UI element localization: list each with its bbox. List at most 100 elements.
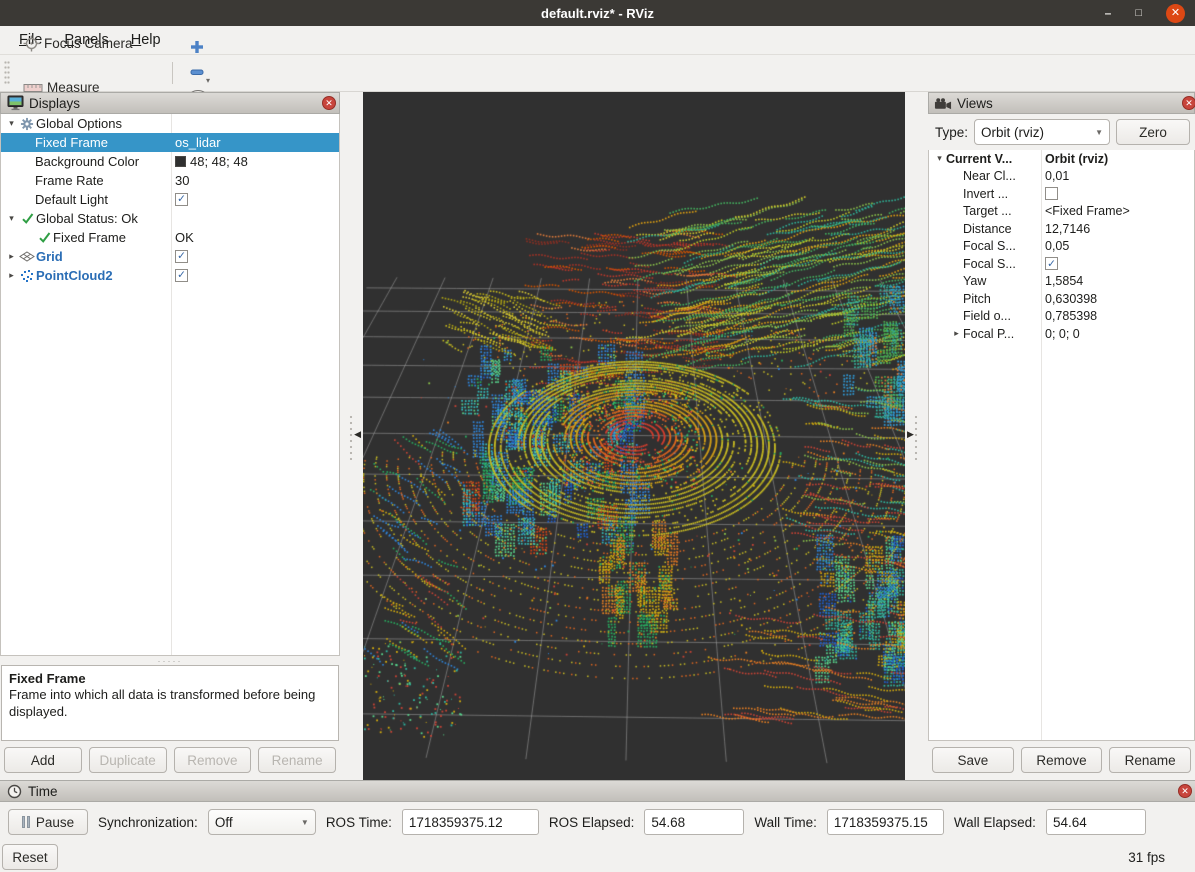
minimize-button[interactable]: – [1105, 7, 1112, 19]
close-window-button[interactable]: ✕ [1166, 4, 1185, 23]
property-label: Focal P... [963, 327, 1014, 341]
minus-icon [189, 64, 205, 85]
time-controls: Pause Synchronization: Off ▼ ROS Time:17… [0, 802, 1195, 842]
property-value[interactable]: 48; 48; 48 [175, 154, 248, 169]
checked-checkbox[interactable]: ✓ [175, 250, 188, 263]
displays-row-frame-rate[interactable]: Frame Rate 30 [1, 171, 339, 190]
value-text: 1,5854 [1045, 274, 1083, 288]
displays-row-global-options[interactable]: ▾ Global Options [1, 114, 339, 133]
property-label: Current V... [946, 152, 1012, 166]
collapse-left-icon[interactable]: ◀ [354, 429, 361, 440]
property-value[interactable]: 0,05 [1045, 239, 1069, 253]
displays-close-icon[interactable]: ✕ [322, 96, 336, 110]
ros-elapsed-field[interactable]: 54.68 [644, 809, 744, 835]
views-save-button[interactable]: Save [932, 747, 1014, 773]
property-value[interactable]: 0,785398 [1045, 309, 1097, 323]
views-row-current-v[interactable]: ▾Current V... Orbit (rviz) [929, 150, 1194, 168]
views-row-focal-s[interactable]: Focal S...0,05 [929, 238, 1194, 256]
displays-splitter-handle[interactable]: ····· [0, 656, 340, 665]
views-row-field-o[interactable]: Field o...0,785398 [929, 308, 1194, 326]
checked-checkbox[interactable]: ✓ [175, 193, 188, 206]
property-value[interactable]: OK [175, 230, 194, 245]
property-value[interactable]: ✓ [1045, 257, 1058, 270]
viewport-views-splitter[interactable]: ▶ [905, 92, 928, 780]
displays-row-fixed-frame[interactable]: Fixed FrameOK [1, 228, 339, 247]
views-close-icon[interactable]: ✕ [1182, 96, 1195, 110]
zero-button[interactable]: Zero [1116, 119, 1190, 145]
displays-row-pointcloud2[interactable]: ▸PointCloud2✓ [1, 266, 339, 285]
expander-icon[interactable]: ▾ [5, 118, 18, 129]
property-value[interactable]: 0,630398 [1045, 292, 1097, 306]
views-row-focal-s[interactable]: Focal S...✓ [929, 255, 1194, 273]
wall-elapsed-field[interactable]: 54.64 [1046, 809, 1146, 835]
property-value[interactable] [1045, 187, 1058, 200]
focus-camera-tool-button[interactable]: Focus Camera [14, 30, 162, 57]
maximize-button[interactable]: □ [1135, 8, 1142, 19]
views-row-yaw[interactable]: Yaw1,5854 [929, 273, 1194, 291]
displays-row-default-light[interactable]: Default Light✓ [1, 190, 339, 209]
views-remove-button[interactable]: Remove [1021, 747, 1103, 773]
ros-time-field[interactable]: 1718359375.12 [402, 809, 539, 835]
views-row-near-cl[interactable]: Near Cl...0,01 [929, 168, 1194, 186]
view-type-select[interactable]: Orbit (rviz) ▼ [974, 119, 1110, 145]
splitter-grip[interactable] [914, 414, 918, 460]
views-row-target[interactable]: Target ...<Fixed Frame> [929, 203, 1194, 221]
views-row-invert[interactable]: Invert ... [929, 185, 1194, 203]
unchecked-checkbox[interactable] [1045, 187, 1058, 200]
time-close-icon[interactable]: ✕ [1178, 784, 1192, 798]
time-bottom-row: Reset 31 fps [0, 842, 1195, 870]
displays-row-grid[interactable]: ▸Grid✓ [1, 247, 339, 266]
property-value[interactable]: 30 [175, 173, 189, 188]
views-rename-button[interactable]: Rename [1109, 747, 1191, 773]
value-text: 48; 48; 48 [190, 154, 248, 169]
property-value[interactable]: <Fixed Frame> [1045, 204, 1130, 218]
views-row-distance[interactable]: Distance12,7146 [929, 220, 1194, 238]
property-value[interactable]: 0,01 [1045, 169, 1069, 183]
views-panel: Views ✕ Type: Orbit (rviz) ▼ Zero ▾Curre… [928, 92, 1195, 780]
pause-button[interactable]: Pause [8, 809, 88, 835]
displays-row-global-status-ok[interactable]: ▾Global Status: Ok [1, 209, 339, 228]
checked-checkbox[interactable]: ✓ [1045, 257, 1058, 270]
property-value[interactable]: os_lidar [175, 135, 221, 150]
rviz-window: default.rviz* - RViz – □ ✕ FilePanelsHel… [0, 0, 1195, 872]
displays-row-background-color[interactable]: Background Color 48; 48; 48 [1, 152, 339, 171]
views-row-pitch[interactable]: Pitch0,630398 [929, 290, 1194, 308]
plus-icon [189, 39, 205, 60]
sync-select[interactable]: Off ▼ [208, 809, 316, 835]
property-label: Background Color [35, 154, 139, 169]
wall-time-field[interactable]: 1718359375.15 [827, 809, 944, 835]
remove-tool-button[interactable]: ▾ [183, 62, 218, 87]
reset-button[interactable]: Reset [2, 844, 58, 870]
checked-checkbox[interactable]: ✓ [175, 269, 188, 282]
sync-value: Off [215, 815, 295, 830]
3d-viewport[interactable] [363, 92, 905, 779]
property-label: Frame Rate [35, 173, 104, 188]
property-value[interactable]: ✓ [175, 250, 188, 263]
property-value[interactable]: 0; 0; 0 [1045, 327, 1080, 341]
views-row-focal-p[interactable]: ▸Focal P... 0; 0; 0 [929, 325, 1194, 343]
property-value[interactable]: ✓ [175, 269, 188, 282]
displays-viewport-splitter[interactable]: ◀ [340, 92, 363, 780]
splitter-grip[interactable] [349, 414, 353, 460]
property-label: Fixed Frame [35, 135, 108, 150]
property-value[interactable]: Orbit (rviz) [1045, 152, 1108, 166]
wall-time-label: Wall Time: [754, 815, 817, 830]
displays-add-button[interactable]: Add [4, 747, 82, 773]
crosshair-icon [23, 35, 40, 52]
add-tool-button[interactable] [183, 37, 218, 62]
displays-row-fixed-frame[interactable]: Fixed Frame os_lidar [1, 133, 339, 152]
property-label: Global Options [36, 116, 122, 131]
collapse-right-icon[interactable]: ▶ [907, 429, 914, 440]
expander-icon[interactable]: ▸ [5, 251, 18, 262]
property-value[interactable]: 1,5854 [1045, 274, 1083, 288]
property-value[interactable]: 12,7146 [1045, 222, 1090, 236]
expander-icon[interactable]: ▾ [933, 153, 946, 164]
expander-icon[interactable]: ▾ [5, 213, 18, 224]
expander-icon[interactable]: ▸ [5, 270, 18, 281]
view-type-value: Orbit (rviz) [981, 125, 1089, 140]
expander-icon[interactable]: ▸ [950, 328, 963, 339]
value-text: <Fixed Frame> [1045, 204, 1130, 218]
toolbar-grip[interactable] [4, 60, 10, 86]
value-text: 0,05 [1045, 239, 1069, 253]
property-value[interactable]: ✓ [175, 193, 188, 206]
